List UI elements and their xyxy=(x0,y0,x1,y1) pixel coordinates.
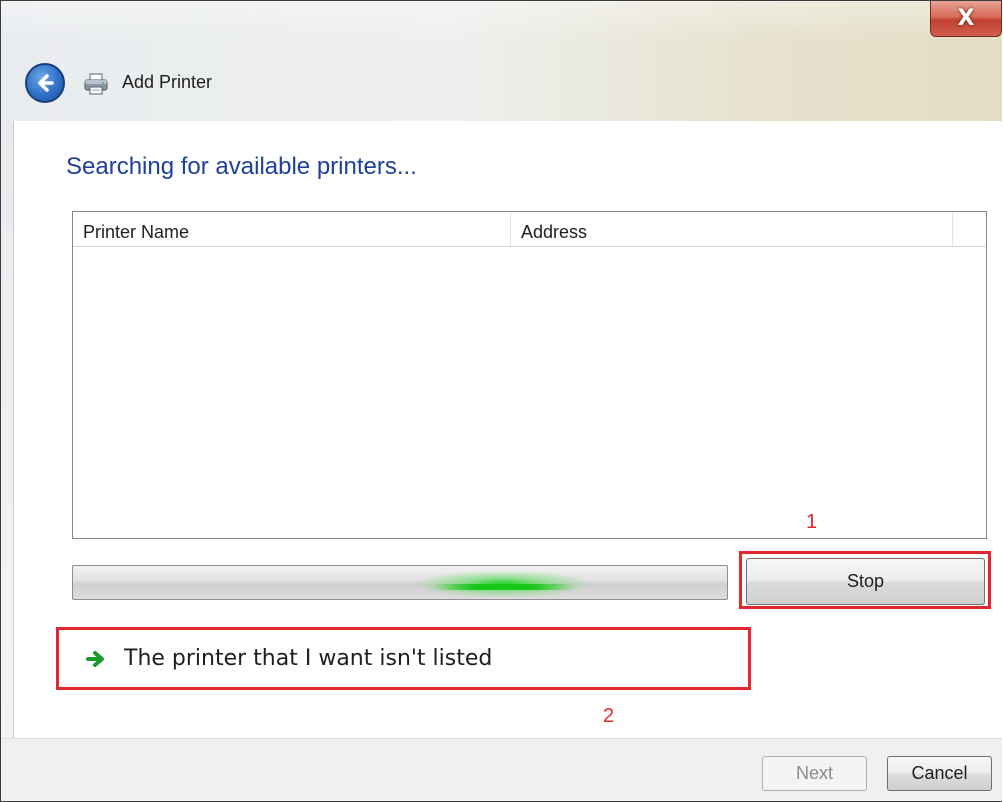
left-gutter xyxy=(1,121,13,739)
printer-icon xyxy=(84,73,108,95)
annotation-label-2: 2 xyxy=(603,705,615,727)
back-arrow-icon xyxy=(38,74,54,92)
column-header-filler xyxy=(953,212,986,246)
annotation-label-1: 1 xyxy=(806,511,818,533)
window-title: Add Printer xyxy=(122,72,213,92)
progress-indicator xyxy=(433,584,573,590)
close-button[interactable]: X xyxy=(930,1,1002,37)
annotation-box-2 xyxy=(56,627,751,690)
printer-list[interactable]: Printer Name Address xyxy=(72,211,987,539)
add-printer-window: X Add Printer Searching for available pr… xyxy=(0,0,1002,802)
list-body xyxy=(73,247,986,538)
title-bar xyxy=(1,1,1002,121)
list-header: Printer Name Address xyxy=(73,212,986,247)
cancel-button[interactable]: Cancel xyxy=(887,756,992,791)
column-header-printer-name[interactable]: Printer Name xyxy=(73,212,511,246)
next-button[interactable]: Next xyxy=(762,756,867,791)
close-icon: X xyxy=(957,6,975,31)
back-button[interactable] xyxy=(25,63,65,103)
annotation-box-1 xyxy=(739,551,991,609)
search-progress-bar xyxy=(72,565,728,600)
page-heading: Searching for available printers... xyxy=(66,153,417,180)
column-header-address[interactable]: Address xyxy=(511,212,953,246)
